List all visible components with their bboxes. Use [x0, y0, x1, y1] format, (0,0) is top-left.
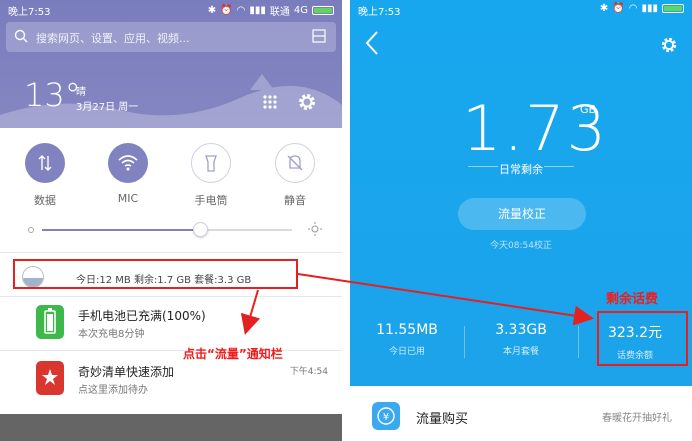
home-dock-background [0, 414, 342, 441]
notification-subtitle: 点这里添加待办 [78, 385, 148, 396]
network-label: 4G [293, 5, 308, 16]
stat-value: 11.55MB [376, 322, 438, 338]
carrier-label: 联通 [269, 7, 290, 18]
traffic-app: 晚上7:53 ✱ ⏰ ◠ ▮▮▮ 1.73 GB 日常剩余 流量校正 今天08:… [350, 0, 692, 441]
bluetooth-icon: ✱ [599, 3, 609, 14]
toggle-wifi[interactable]: MIC [95, 143, 161, 205]
annotation-box-balance [597, 311, 688, 366]
notification-subtitle: 本次充电8分钟 [78, 329, 145, 340]
stat-value: 3.33GB [495, 322, 547, 338]
weather-condition: 晴 [76, 87, 86, 98]
battery-icon [662, 4, 684, 13]
weather-temperature: 13° [24, 76, 81, 114]
notification-title: 奇妙清单快速添加 [78, 365, 175, 379]
search-icon [14, 29, 28, 43]
calibrate-time: 今天08:54校正 [490, 241, 552, 251]
brightness-thumb[interactable] [192, 222, 208, 237]
mute-icon [275, 143, 315, 183]
wifi-toggle-icon [108, 143, 148, 183]
annotation-box-traffic [13, 259, 298, 289]
annotation-text-tap: 点击“流量”通知栏 [183, 347, 283, 361]
gear-icon[interactable] [660, 36, 678, 54]
toggle-data-label: 数据 [34, 194, 56, 207]
signal-icon: ▮▮▮ [641, 3, 658, 14]
back-arrow-icon[interactable] [364, 30, 380, 56]
signal-icon: ▮▮▮ [249, 5, 266, 16]
brightness-high-icon [308, 222, 322, 236]
annotation-text-balance: 剩余话费 [606, 292, 659, 307]
notification-time: 下午4:54 [289, 367, 328, 377]
battery-icon [312, 6, 334, 15]
bluetooth-icon: ✱ [207, 5, 217, 16]
search-bar[interactable]: 搜索网页、设置、应用、视频... [6, 22, 336, 52]
apps-grid-icon[interactable] [262, 94, 278, 110]
toggle-mute-label: 静音 [284, 194, 306, 207]
scan-icon[interactable] [312, 29, 326, 43]
search-placeholder: 搜索网页、设置、应用、视频... [36, 32, 190, 45]
notification-title: 手机电池已充满(100%) [78, 309, 206, 323]
stat-label: 今日已用 [388, 347, 425, 357]
battery-full-icon [36, 305, 64, 339]
stat-today: 11.55MB 今日已用 [350, 322, 464, 357]
wifi-icon: ◠ [628, 3, 638, 14]
alarm-icon: ⏰ [612, 3, 625, 14]
buy-promo: 春暖花开抽好礼 [602, 413, 672, 424]
stat-plan: 3.33GB 本月套餐 [464, 322, 578, 357]
wifi-icon: ◠ [236, 5, 246, 16]
flashlight-icon [191, 143, 231, 183]
calibrate-button[interactable]: 流量校正 [458, 198, 586, 230]
notification-shade: 晚上7:53 ✱ ⏰ ◠ ▮▮▮ 联通 4G 搜索网页、设置、应用、视频... … [0, 0, 342, 441]
brightness-slider[interactable] [28, 222, 322, 237]
notification-battery[interactable]: 手机电池已充满(100%) 本次充电8分钟 [0, 298, 342, 348]
svg-text:¥: ¥ [383, 412, 389, 423]
status-bar: 晚上7:53 ✱ ⏰ ◠ ▮▮▮ 联通 4G [0, 0, 342, 18]
brightness-low-icon [28, 227, 34, 233]
remaining-unit: GB [580, 103, 597, 116]
notification-wunderlist[interactable]: 奇妙清单快速添加 点这里添加待办 下午4:54 [0, 354, 342, 404]
remaining-label: 日常剩余 [499, 163, 543, 176]
status-bar: 晚上7:53 ✱ ⏰ ◠ ▮▮▮ [350, 0, 692, 18]
status-time: 晚上7:53 [358, 7, 401, 18]
toggle-flashlight[interactable]: 手电筒 [178, 143, 244, 208]
toggle-mute[interactable]: 静音 [262, 143, 328, 208]
buy-traffic-row[interactable]: ¥ 流量购买 春暖花开抽好礼 [350, 386, 692, 441]
gear-icon[interactable] [297, 92, 317, 112]
stat-label: 本月套餐 [502, 347, 539, 357]
toggle-wifi-label: MIC [117, 192, 139, 205]
buy-label: 流量购买 [416, 412, 469, 427]
wunderlist-icon [36, 361, 64, 395]
data-icon [25, 143, 65, 183]
alarm-icon: ⏰ [220, 5, 233, 16]
toggle-data[interactable]: 数据 [12, 143, 78, 208]
status-time: 晚上7:53 [8, 7, 51, 18]
toggle-flashlight-label: 手电筒 [194, 194, 228, 207]
yuan-icon: ¥ [372, 402, 400, 430]
weather-date: 3月27日 周一 [76, 102, 139, 113]
